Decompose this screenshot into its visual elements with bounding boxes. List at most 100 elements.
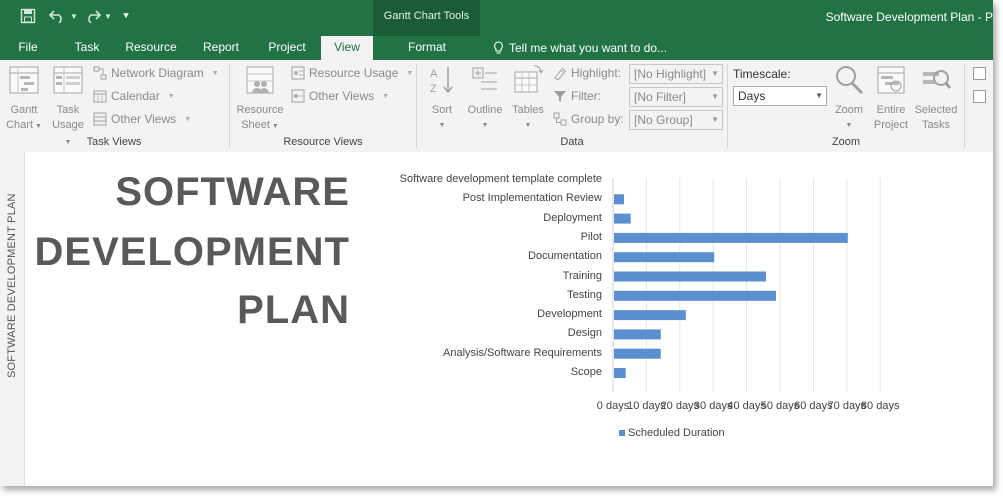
- tab-task[interactable]: Task: [66, 36, 108, 60]
- highlight-button[interactable]: Highlight:: [553, 66, 621, 80]
- task-other-views-button[interactable]: Other Views ▼: [93, 112, 191, 126]
- chart-bar[interactable]: [614, 368, 626, 378]
- window-title: Software Development Plan - P: [825, 10, 993, 24]
- group-by-dropdown[interactable]: [No Group] ▼: [629, 110, 723, 130]
- chevron-down-icon: ▼: [406, 69, 414, 77]
- timescale-dropdown[interactable]: Days ▼: [733, 86, 827, 106]
- outline-button[interactable]: Outline ▼: [463, 64, 507, 133]
- zoom-label: Zoom: [834, 104, 864, 116]
- network-diagram-label: Network Diagram: [111, 66, 204, 80]
- chart-bar[interactable]: [614, 252, 715, 263]
- chart-bar[interactable]: [614, 348, 661, 359]
- undo-dropdown-icon[interactable]: ▼: [70, 6, 78, 26]
- tab-report[interactable]: Report: [196, 36, 246, 60]
- tab-file[interactable]: File: [8, 36, 48, 60]
- undo-icon[interactable]: [48, 6, 66, 26]
- tab-view[interactable]: View: [321, 36, 373, 60]
- chart-x-tick-label: 0 days: [596, 400, 630, 412]
- sort-icon: AZ: [430, 67, 453, 95]
- chart-bar[interactable]: [614, 213, 631, 224]
- legend-swatch: [619, 430, 625, 436]
- resource-sheet-button[interactable]: Resource Sheet ▼: [234, 64, 286, 134]
- gantt-chart-label-2: Chart: [6, 119, 34, 131]
- tables-icon: [514, 65, 544, 93]
- svg-text:Z: Z: [430, 83, 437, 95]
- chevron-down-icon: ▼: [815, 91, 823, 100]
- chart-bar[interactable]: [614, 271, 766, 282]
- title-bar: ▼ ▼ ⯆ Software Development Plan - P: [0, 0, 993, 36]
- tab-project[interactable]: Project: [260, 36, 314, 60]
- gantt-chart-button[interactable]: Gantt Chart ▼: [4, 64, 44, 134]
- outline-label: Outline: [467, 104, 503, 116]
- resource-sheet-icon: [246, 66, 274, 94]
- task-usage-label-2: Usage: [52, 119, 84, 131]
- selected-tasks-button[interactable]: Selected Tasks: [913, 64, 959, 133]
- checkbox[interactable]: [973, 90, 986, 103]
- calendar-icon: [93, 90, 107, 103]
- resource-sheet-label-1: Resource: [236, 104, 284, 116]
- chevron-down-icon: ▼: [438, 122, 446, 129]
- outline-icon: [472, 67, 497, 90]
- highlight-dropdown[interactable]: [No Highlight] ▼: [629, 64, 723, 84]
- tab-resource[interactable]: Resource: [120, 36, 182, 60]
- entire-project-icon: [877, 66, 905, 94]
- chart-bar[interactable]: [614, 194, 625, 205]
- zoom-group-label: Zoom: [831, 136, 861, 148]
- chart-bar[interactable]: [614, 232, 848, 243]
- highlight-label: Highlight:: [571, 66, 622, 80]
- selected-tasks-label-2: Tasks: [921, 119, 951, 131]
- resource-usage-label: Resource Usage: [309, 66, 399, 80]
- filter-dropdown[interactable]: [No Filter] ▼: [629, 87, 723, 107]
- redo-dropdown-icon[interactable]: ▼: [104, 6, 112, 26]
- entire-project-label-2: Project: [873, 119, 909, 131]
- customize-qat-icon[interactable]: ⯆: [122, 6, 130, 26]
- entire-project-button[interactable]: Entire Project: [870, 64, 912, 133]
- save-icon[interactable]: [20, 6, 36, 26]
- filter-icon: [554, 91, 566, 102]
- chevron-down-icon: ▼: [382, 92, 390, 100]
- chart-bar[interactable]: [614, 329, 661, 340]
- lightbulb-icon: [494, 41, 503, 54]
- zoom-button[interactable]: Zoom ▼: [830, 64, 868, 133]
- calendar-label: Calendar: [111, 89, 160, 103]
- sort-button[interactable]: AZ Sort ▼: [424, 64, 460, 133]
- resource-views-group-label: Resource Views: [283, 136, 363, 148]
- tell-me-box[interactable]: Tell me what you want to do...: [493, 36, 667, 60]
- tables-label: Tables: [512, 104, 544, 116]
- selected-tasks-icon: [923, 70, 952, 89]
- filter-button[interactable]: Filter:: [553, 89, 601, 103]
- tables-button[interactable]: Tables ▼: [509, 64, 547, 133]
- resource-usage-button[interactable]: Resource Usage ▼: [291, 66, 413, 80]
- data-group-label: Data: [560, 136, 584, 148]
- resource-sheet-label-2: Sheet: [241, 119, 270, 131]
- group-divider: [964, 64, 965, 148]
- resource-other-views-button[interactable]: Other Views ▼: [291, 89, 389, 103]
- network-diagram-button[interactable]: Network Diagram ▼: [93, 66, 219, 80]
- ribbon-tab-bar: File Task Resource Report Project View F…: [0, 36, 993, 60]
- chart-x-tick-label: 80 days: [860, 400, 900, 412]
- gantt-chart-label-1: Gantt: [10, 104, 38, 116]
- chart-bar[interactable]: [614, 310, 686, 321]
- network-diagram-icon: [93, 66, 107, 80]
- chart-legend: Scheduled Duration: [619, 427, 725, 439]
- entire-project-label-1: Entire: [876, 104, 906, 116]
- chevron-down-icon: ▼: [845, 122, 853, 129]
- chevron-down-icon: ▼: [167, 92, 175, 100]
- tab-format[interactable]: Format: [390, 36, 464, 60]
- timescale-value: Days: [738, 89, 766, 103]
- chevron-down-icon: ▼: [33, 123, 42, 130]
- checkbox[interactable]: [973, 67, 986, 80]
- chevron-down-icon: ▼: [524, 122, 532, 129]
- sort-label: Sort: [431, 104, 453, 116]
- legend-label: Scheduled Duration: [628, 427, 725, 439]
- duration-bar-chart[interactable]: [0, 152, 993, 486]
- group-by-button[interactable]: Group by:: [553, 112, 624, 126]
- tell-me-text: Tell me what you want to do...: [509, 41, 668, 55]
- chart-bar[interactable]: [614, 290, 776, 301]
- other-views-icon: [93, 112, 107, 126]
- calendar-button[interactable]: Calendar ▼: [93, 89, 175, 103]
- highlight-icon: [554, 67, 567, 80]
- chevron-down-icon: ▼: [711, 92, 719, 101]
- redo-icon[interactable]: [84, 6, 102, 26]
- selected-tasks-label-1: Selected: [914, 104, 958, 116]
